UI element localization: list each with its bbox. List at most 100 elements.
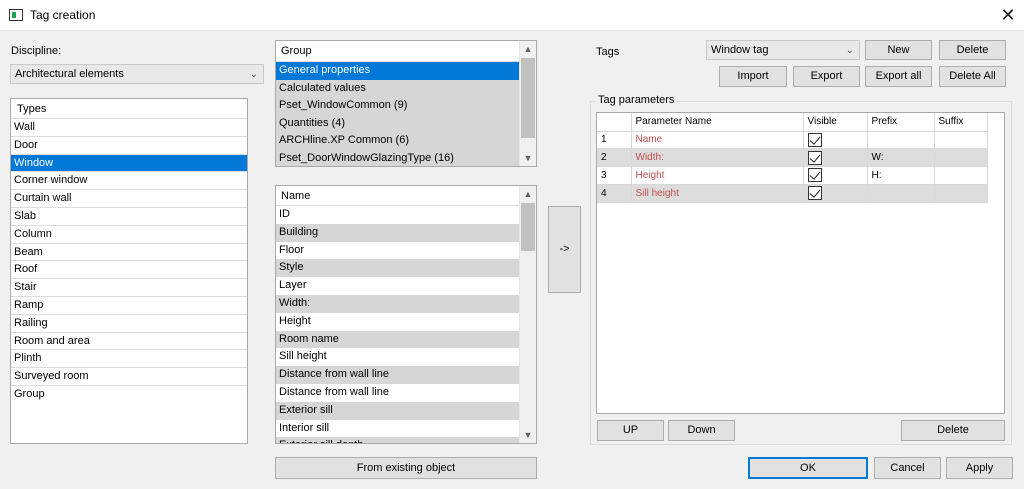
- discipline-value: Architectural elements: [15, 68, 124, 80]
- checkmark-icon[interactable]: [807, 186, 822, 201]
- add-parameter-button[interactable]: ->: [548, 206, 581, 293]
- list-item[interactable]: Pset_WindowCommon (9): [276, 97, 520, 115]
- scroll-up-icon[interactable]: ▲: [520, 186, 536, 202]
- list-item[interactable]: Interior sill: [276, 420, 520, 438]
- chevron-down-icon: ⌄: [845, 45, 854, 56]
- list-item[interactable]: Distance from wall line: [276, 384, 520, 402]
- table-row[interactable]: 1 Name: [597, 131, 988, 150]
- prefix-cell[interactable]: [867, 184, 935, 203]
- name-scrollbar[interactable]: ▲ ▼: [519, 186, 536, 443]
- group-scrollbar[interactable]: ▲ ▼: [519, 41, 536, 166]
- list-item[interactable]: ID: [276, 206, 520, 224]
- types-rows: Wall Door Window Corner window Curtain wall S…: [11, 119, 247, 404]
- list-item[interactable]: Exterior sill: [276, 401, 520, 420]
- new-tag-button[interactable]: New: [865, 40, 932, 60]
- scroll-up-icon[interactable]: ▲: [520, 41, 536, 57]
- row-index[interactable]: 3: [597, 166, 632, 185]
- prefix-cell[interactable]: [867, 131, 935, 150]
- table-row[interactable]: 4 Sill height: [597, 184, 988, 203]
- tags-label: Tags: [596, 46, 620, 58]
- discipline-select[interactable]: Architectural elements ⌄: [10, 64, 264, 84]
- list-item[interactable]: Style: [276, 259, 520, 278]
- list-item[interactable]: Layer: [276, 277, 520, 295]
- list-item[interactable]: Sill height: [276, 348, 520, 366]
- tag-parameters-table[interactable]: Parameter Name Visible Prefix Suffix 1 Na…: [596, 112, 1005, 414]
- list-item[interactable]: Room name: [276, 330, 520, 349]
- scroll-thumb[interactable]: [521, 203, 535, 251]
- prefix-cell[interactable]: H:: [867, 166, 935, 185]
- list-item[interactable]: Height: [276, 313, 520, 331]
- column-header-visible: Visible: [803, 113, 868, 132]
- suffix-cell[interactable]: [934, 166, 988, 185]
- delete-tag-button[interactable]: Delete: [939, 40, 1006, 60]
- name-list[interactable]: Name ID Building Floor Style Layer Width: Heig…: [275, 185, 537, 444]
- group-rows: General properties Calculated values Pset_…: [276, 62, 536, 166]
- suffix-cell[interactable]: [934, 131, 988, 150]
- checkmark-icon[interactable]: [807, 132, 822, 147]
- table-row[interactable]: 3 Height H:: [597, 166, 988, 185]
- list-item[interactable]: Railing: [11, 315, 247, 333]
- move-down-button[interactable]: Down: [668, 420, 735, 441]
- list-item[interactable]: Quantities (4): [276, 114, 520, 133]
- suffix-cell[interactable]: [934, 148, 988, 167]
- list-item[interactable]: Calculated values: [276, 79, 520, 98]
- row-index[interactable]: 4: [597, 184, 632, 203]
- list-item[interactable]: Corner window: [11, 172, 247, 191]
- row-index[interactable]: 1: [597, 131, 632, 150]
- list-item[interactable]: Window: [11, 154, 247, 173]
- parameter-name[interactable]: Width:: [631, 148, 804, 167]
- list-item[interactable]: Exterior sill depth: [276, 437, 520, 443]
- export-all-button[interactable]: Export all: [865, 66, 932, 87]
- delete-all-button[interactable]: Delete All: [939, 66, 1006, 87]
- list-item[interactable]: Roof: [11, 261, 247, 280]
- import-button[interactable]: Import: [719, 66, 787, 87]
- row-index[interactable]: 2: [597, 148, 632, 167]
- delete-parameter-button[interactable]: Delete: [901, 420, 1005, 441]
- parameter-name[interactable]: Height: [631, 166, 804, 185]
- list-item[interactable]: Door: [11, 137, 247, 155]
- suffix-cell[interactable]: [934, 184, 988, 203]
- prefix-cell[interactable]: W:: [867, 148, 935, 167]
- move-up-button[interactable]: UP: [597, 420, 664, 441]
- export-button[interactable]: Export: [793, 66, 860, 87]
- list-item[interactable]: Width:: [276, 294, 520, 313]
- list-item[interactable]: Building: [276, 223, 520, 242]
- list-item[interactable]: Distance from wall line: [276, 366, 520, 384]
- list-item[interactable]: Column: [11, 226, 247, 244]
- list-item[interactable]: Plinth: [11, 350, 247, 369]
- tags-select[interactable]: Window tag ⌄: [706, 40, 860, 60]
- visible-checkbox: [803, 166, 868, 185]
- list-item[interactable]: Pset_DoorWindowGlazingType (16): [276, 149, 520, 166]
- list-item[interactable]: Group: [11, 386, 247, 404]
- parameter-name[interactable]: Name: [631, 131, 804, 150]
- column-header-prefix: Prefix: [867, 113, 935, 132]
- ok-button[interactable]: OK: [748, 457, 868, 479]
- list-item[interactable]: Wall: [11, 119, 247, 137]
- list-item[interactable]: Curtain wall: [11, 190, 247, 208]
- types-list[interactable]: Types Wall Door Window Corner window Curtain…: [10, 98, 248, 444]
- list-item[interactable]: Stair: [11, 279, 247, 297]
- list-item[interactable]: Room and area: [11, 333, 247, 351]
- name-header: Name: [276, 186, 536, 206]
- list-item[interactable]: Surveyed room: [11, 368, 247, 386]
- apply-button[interactable]: Apply: [946, 457, 1013, 479]
- scroll-down-icon[interactable]: ▼: [520, 150, 536, 166]
- list-item[interactable]: Ramp: [11, 297, 247, 315]
- scroll-down-icon[interactable]: ▼: [520, 427, 536, 443]
- table-row[interactable]: 2 Width: W:: [597, 148, 988, 167]
- list-item[interactable]: Slab: [11, 208, 247, 226]
- list-item[interactable]: Beam: [11, 244, 247, 262]
- cancel-button[interactable]: Cancel: [874, 457, 941, 479]
- scroll-thumb[interactable]: [521, 58, 535, 138]
- tag-parameters-label: Tag parameters: [595, 94, 678, 106]
- checkmark-icon[interactable]: [807, 150, 822, 165]
- from-existing-object-button[interactable]: From existing object: [275, 457, 537, 479]
- close-icon[interactable]: ✕: [996, 3, 1020, 27]
- list-item[interactable]: ARCHline.XP Common (6): [276, 132, 520, 150]
- checkmark-icon[interactable]: [807, 168, 822, 183]
- parameter-name[interactable]: Sill height: [631, 184, 804, 203]
- discipline-label: Discipline:: [11, 45, 62, 57]
- list-item[interactable]: Floor: [276, 242, 520, 260]
- list-item[interactable]: General properties: [276, 62, 520, 80]
- group-list[interactable]: Group General properties Calculated value…: [275, 40, 537, 167]
